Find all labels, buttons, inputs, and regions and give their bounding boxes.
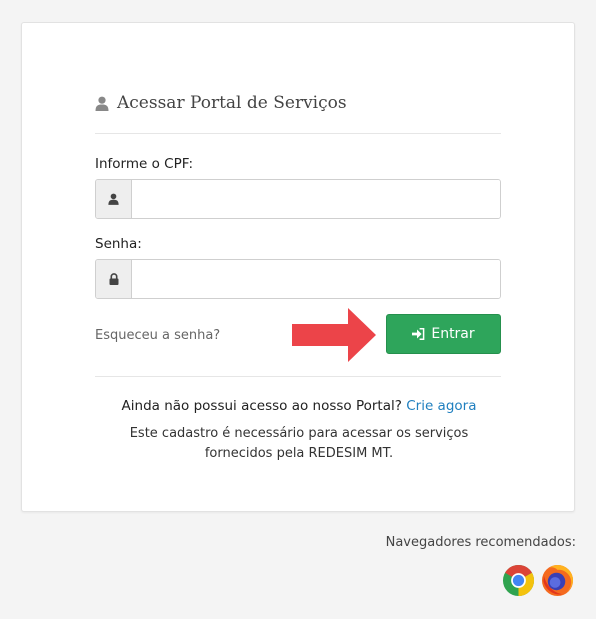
user-icon bbox=[95, 96, 109, 111]
cpf-label: Informe o CPF: bbox=[95, 156, 193, 172]
sign-in-icon bbox=[412, 328, 425, 340]
arrow-pointer-icon bbox=[292, 308, 376, 362]
cpf-addon bbox=[96, 180, 132, 218]
password-addon bbox=[96, 260, 132, 298]
recommended-browsers-label: Navegadores recomendados: bbox=[385, 535, 576, 550]
cpf-input-group bbox=[95, 179, 501, 219]
divider bbox=[95, 133, 501, 134]
no-access-text: Ainda não possui acesso ao nosso Portal? bbox=[121, 398, 402, 414]
info-text: Este cadastro é necessário para acessar … bbox=[129, 426, 469, 461]
password-input[interactable] bbox=[132, 260, 500, 298]
login-heading: Acessar Portal de Serviços bbox=[95, 93, 347, 113]
forgot-password-link[interactable]: Esqueceu a senha? bbox=[95, 328, 220, 343]
password-label: Senha: bbox=[95, 236, 142, 252]
login-card: Acessar Portal de Serviços Informe o CPF… bbox=[21, 22, 575, 512]
page-title: Acessar Portal de Serviços bbox=[117, 93, 347, 113]
divider bbox=[95, 376, 501, 377]
chrome-icon[interactable] bbox=[502, 564, 535, 597]
browser-icons bbox=[502, 564, 574, 597]
user-icon bbox=[108, 193, 119, 205]
lock-icon bbox=[109, 273, 118, 285]
password-input-group bbox=[95, 259, 501, 299]
login-button-label: Entrar bbox=[431, 326, 475, 342]
create-account-link[interactable]: Crie agora bbox=[406, 398, 476, 414]
no-access-line: Ainda não possui acesso ao nosso Portal?… bbox=[22, 398, 576, 414]
cpf-input[interactable] bbox=[132, 180, 500, 218]
login-button[interactable]: Entrar bbox=[386, 314, 501, 354]
firefox-icon[interactable] bbox=[541, 564, 574, 597]
